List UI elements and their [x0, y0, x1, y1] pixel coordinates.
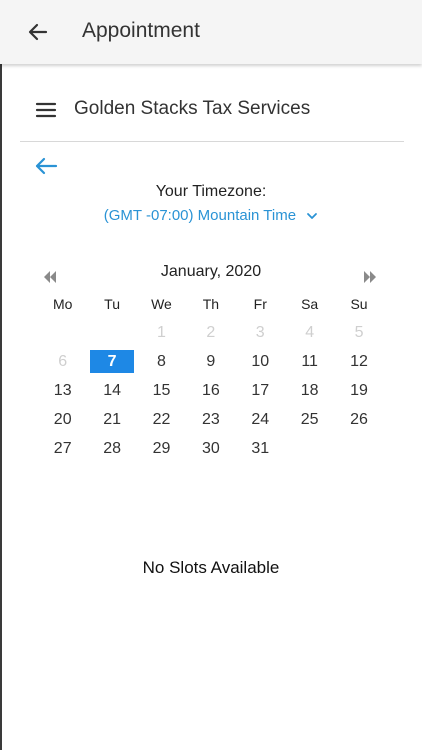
calendar-day[interactable]: 19 — [334, 382, 383, 400]
calendar-week-row: 13 14 15 16 17 18 19 — [38, 376, 384, 405]
calendar-day[interactable]: 16 — [186, 382, 235, 400]
calendar-day-number: 3 — [255, 323, 265, 341]
weekday-label: Sa — [301, 295, 319, 312]
calendar-day-number: 1 — [157, 323, 166, 341]
calendar-day[interactable]: 14 — [87, 382, 136, 400]
calendar-day-number: 6 — [58, 352, 68, 370]
calendar-day-disabled: 5 — [334, 324, 383, 342]
calendar-day-number: 22 — [152, 410, 171, 428]
calendar-day[interactable]: 13 — [38, 382, 87, 400]
calendar-day-number: 12 — [350, 352, 368, 370]
calendar-day-number: 28 — [103, 439, 121, 457]
weekday-label: We — [151, 295, 172, 312]
calendar-day[interactable]: 29 — [137, 440, 186, 458]
weekday-label: Su — [350, 295, 368, 312]
calendar-day-number: 9 — [206, 352, 216, 370]
weekday-label: Mo — [52, 295, 73, 312]
calendar-day[interactable]: 18 — [285, 382, 334, 400]
calendar-day-number: 25 — [300, 410, 319, 428]
calendar-day[interactable]: 12 — [334, 353, 383, 371]
calendar-day[interactable]: 24 — [236, 411, 285, 429]
calendar-day-disabled: 2 — [186, 324, 235, 342]
calendar-day[interactable]: 10 — [236, 353, 285, 371]
calendar-day-number: 5 — [354, 323, 364, 341]
weekday-header: Mo Tu We Th Fr Sa Su — [38, 289, 384, 318]
calendar-day[interactable]: 23 — [186, 411, 235, 429]
calendar-day[interactable]: 31 — [236, 440, 285, 458]
calendar-day[interactable]: 21 — [87, 411, 136, 429]
calendar-day-number: 2 — [206, 323, 216, 341]
calendar-day[interactable]: 15 — [137, 382, 186, 400]
calendar-day-number: 18 — [300, 381, 319, 399]
calendar-week-row: 20 21 22 23 24 25 26 — [38, 405, 384, 434]
calendar-day-number: 4 — [305, 323, 315, 341]
calendar-day-number: 30 — [201, 439, 220, 457]
calendar-day-number: 19 — [350, 381, 368, 399]
calendar-day-number: 23 — [201, 410, 220, 428]
no-slots-message: No Slots Available — [142, 558, 280, 577]
calendar-day-number: 24 — [251, 410, 270, 428]
calendar-day[interactable]: 26 — [334, 411, 383, 429]
calendar-day-disabled: 1 — [137, 324, 186, 342]
app-bar: Appointment — [0, 0, 422, 64]
weekday-label: Tu — [104, 295, 120, 312]
arrow-left-icon[interactable] — [26, 20, 50, 44]
calendar-day-number: 7 — [90, 350, 135, 373]
calendar-day-selected[interactable]: 7 — [87, 350, 136, 373]
calendar-day-number: 16 — [201, 381, 220, 399]
page-title: Appointment — [82, 19, 200, 42]
calendar-month: January, 2020 — [160, 263, 262, 280]
calendar-day-number: 11 — [301, 352, 318, 370]
calendar-day-number: 13 — [53, 381, 72, 399]
timezone-value: (GMT -07:00) Mountain Time — [103, 207, 297, 224]
calendar-day-number: 20 — [53, 410, 72, 428]
calendar-day-disabled: 6 — [38, 353, 87, 371]
calendar-day[interactable]: 11 — [285, 353, 334, 371]
calendar-day-number: 17 — [251, 381, 270, 399]
calendar-day[interactable]: 9 — [186, 353, 235, 371]
calendar-week-row: 6 7 8 9 10 11 12 — [38, 347, 384, 376]
calendar-week-row: 27 28 29 30 31 — [38, 434, 384, 463]
business-header: Golden Stacks Tax Services — [20, 78, 404, 142]
weekday-label: Fr — [253, 295, 267, 312]
calendar-day-number: 29 — [152, 439, 171, 457]
calendar-weeks: 1 2 3 4 5 6 7 8 9 10 11 12 13 14 15 16 17 18 19 20 21 22 23 24 2… — [38, 318, 384, 463]
double-chevron-right-icon[interactable] — [362, 270, 378, 284]
calendar-grid: Mo Tu We Th Fr Sa Su 1 2 3 4 5 6 7 8 9 10 11 12 13 14… — [38, 289, 384, 463]
calendar-day[interactable]: 28 — [87, 440, 136, 458]
timezone-dropdown[interactable]: (GMT -07:00) Mountain Time — [0, 207, 422, 224]
calendar-day[interactable]: 25 — [285, 411, 334, 429]
calendar-day[interactable]: 30 — [186, 440, 235, 458]
calendar-day[interactable]: 27 — [38, 440, 87, 458]
chevron-down-icon — [307, 213, 318, 219]
calendar-day-number: 26 — [350, 410, 368, 428]
calendar-day[interactable]: 17 — [236, 382, 285, 400]
calendar-day-number: 15 — [152, 381, 171, 399]
calendar-week-row: 1 2 3 4 5 — [38, 318, 384, 347]
calendar-day[interactable]: 22 — [137, 411, 186, 429]
calendar-day-number: 21 — [103, 410, 121, 428]
calendar-day-number: 8 — [157, 352, 166, 370]
calendar-day-disabled: 4 — [285, 324, 334, 342]
calendar-day[interactable]: 8 — [137, 353, 186, 371]
calendar-day-number: 27 — [53, 439, 72, 457]
calendar-day-number: 31 — [251, 439, 270, 457]
calendar-day-number: 14 — [103, 381, 121, 399]
calendar-day[interactable]: 20 — [38, 411, 87, 429]
calendar-day-number: 10 — [251, 352, 270, 370]
calendar-day-disabled: 3 — [236, 324, 285, 342]
business-name: Golden Stacks Tax Services — [74, 98, 311, 119]
weekday-label: Th — [202, 295, 220, 312]
calendar-back-arrow-icon[interactable] — [33, 154, 59, 178]
hamburger-menu-icon[interactable] — [35, 99, 57, 121]
timezone-label: Your Timezone: — [155, 183, 267, 200]
